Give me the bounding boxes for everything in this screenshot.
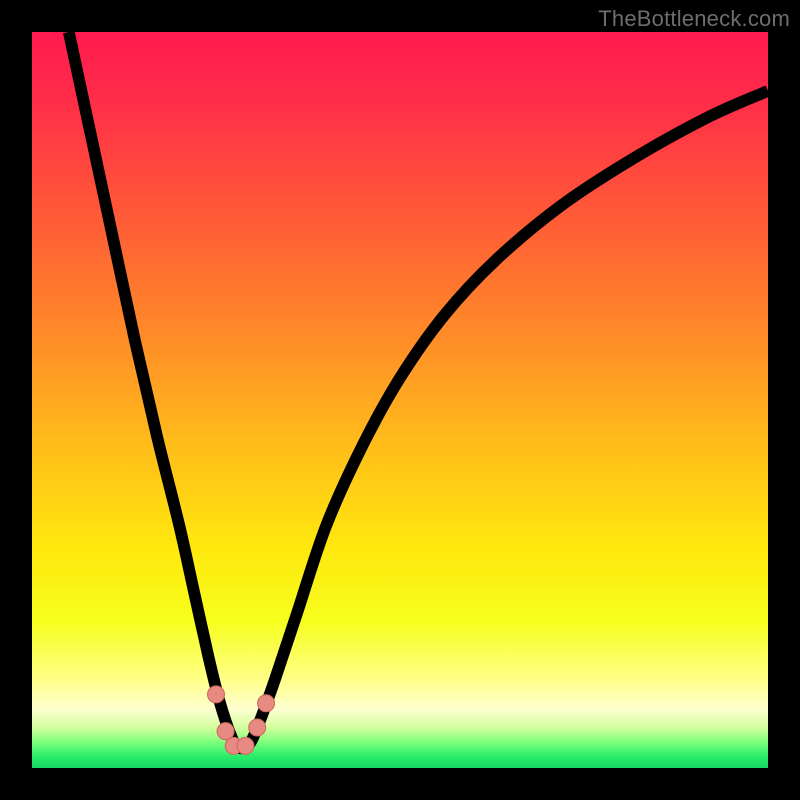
data-marker bbox=[237, 737, 254, 754]
data-marker bbox=[208, 686, 225, 703]
bottleneck-curve bbox=[69, 32, 768, 748]
data-marker bbox=[249, 719, 266, 736]
curve-layer bbox=[32, 32, 768, 768]
plot-area bbox=[32, 32, 768, 768]
watermark-text: TheBottleneck.com bbox=[598, 6, 790, 32]
chart-frame: TheBottleneck.com bbox=[0, 0, 800, 800]
data-marker bbox=[258, 695, 275, 712]
data-marker bbox=[217, 723, 234, 740]
